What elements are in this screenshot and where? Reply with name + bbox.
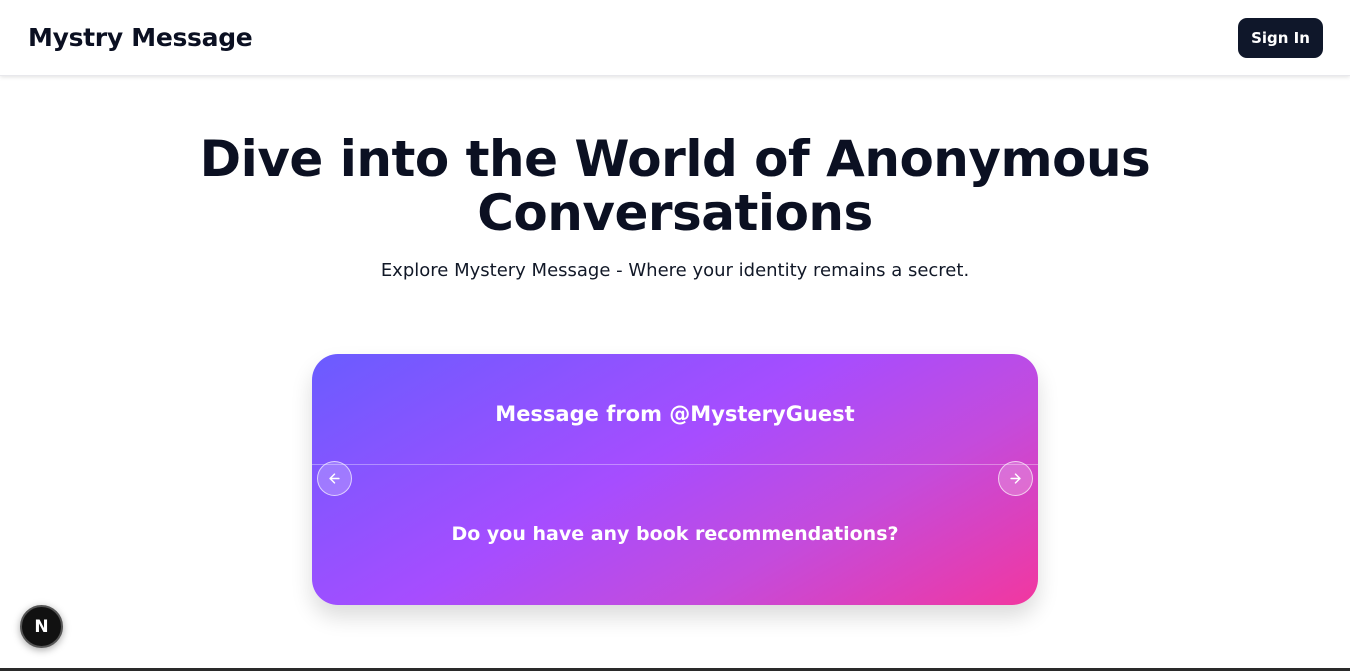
- message-card-content: Do you have any book recommendations?: [451, 523, 899, 545]
- hero-subtitle: Explore Mystery Message - Where your ide…: [380, 260, 970, 281]
- dev-badge-letter: N: [34, 616, 49, 637]
- brand-logo[interactable]: Mystry Message: [28, 23, 253, 52]
- message-card-header: Message from @MysteryGuest: [495, 402, 855, 426]
- carousel-next-button[interactable]: [998, 461, 1033, 496]
- arrow-right-icon: [1010, 473, 1021, 484]
- sign-in-button[interactable]: Sign In: [1238, 18, 1323, 58]
- navbar: Mystry Message Sign In: [0, 0, 1350, 76]
- carousel-previous-button[interactable]: [317, 461, 352, 496]
- message-card: Message from @MysteryGuest Do you have a…: [312, 354, 1038, 605]
- nextjs-logo-icon[interactable]: N: [20, 605, 63, 648]
- hero-title: Dive into the World of Anonymous Convers…: [199, 130, 1151, 242]
- card-divider: [312, 464, 1038, 465]
- arrow-left-icon: [329, 473, 340, 484]
- message-carousel: Message from @MysteryGuest Do you have a…: [312, 354, 1038, 618]
